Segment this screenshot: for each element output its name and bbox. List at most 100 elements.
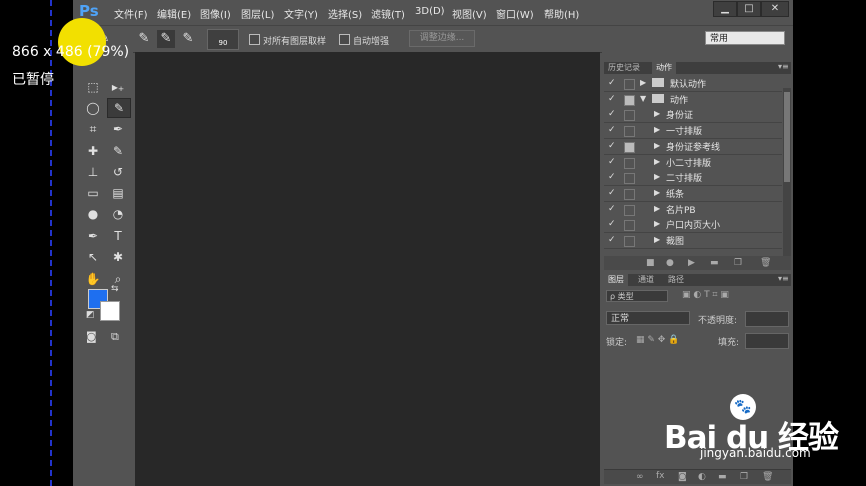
path-selection-tool-icon[interactable]: ↖ bbox=[82, 248, 104, 266]
gradient-tool-icon[interactable]: ▤ bbox=[107, 184, 129, 202]
tab-channels[interactable]: 通道 bbox=[634, 274, 658, 286]
panel-menu-icon[interactable]: ▾≡ bbox=[778, 62, 789, 71]
menu-view[interactable]: 视图(V) bbox=[452, 6, 487, 21]
record-icon[interactable]: ● bbox=[666, 258, 674, 268]
action-toggle-check[interactable]: ✓ bbox=[608, 172, 616, 182]
lasso-tool-icon[interactable]: ◯ bbox=[82, 99, 104, 117]
new-layer-icon[interactable]: ❐ bbox=[740, 472, 748, 482]
dialog-toggle-box[interactable] bbox=[624, 94, 635, 106]
action-row[interactable]: ✓ ▶ 纸条 bbox=[604, 185, 782, 202]
dialog-toggle-box[interactable] bbox=[624, 220, 635, 232]
action-toggle-check[interactable]: ✓ bbox=[608, 125, 616, 135]
tab-history[interactable]: 历史记录 bbox=[604, 62, 644, 74]
layer-style-icon[interactable]: fx bbox=[656, 471, 665, 481]
brush-tool-icon[interactable]: ✎ bbox=[107, 142, 129, 160]
expand-triangle-icon[interactable]: ▶ bbox=[654, 125, 660, 134]
brush-size-picker[interactable]: 90 bbox=[207, 29, 239, 50]
expand-triangle-icon[interactable]: ▶ bbox=[654, 204, 660, 213]
swap-colors-icon[interactable]: ⇆ bbox=[111, 284, 119, 294]
expand-triangle-icon[interactable]: ▶ bbox=[654, 141, 660, 150]
layer-filter-select[interactable]: ρ 类型 bbox=[606, 290, 668, 302]
menu-help[interactable]: 帮助(H) bbox=[544, 6, 579, 21]
action-row[interactable]: ✓ ▶ 裁图 bbox=[604, 233, 782, 249]
add-mask-icon[interactable]: ◙ bbox=[678, 472, 687, 482]
document-canvas-area[interactable] bbox=[135, 52, 600, 486]
workspace-select[interactable]: 常用 bbox=[705, 31, 785, 45]
play-icon[interactable]: ▶ bbox=[688, 258, 695, 268]
new-selection-icon[interactable]: ✎ bbox=[135, 30, 153, 48]
action-row[interactable]: ✓ ▼ 动作 bbox=[604, 91, 782, 108]
new-group-icon[interactable]: ▬ bbox=[718, 472, 727, 482]
action-toggle-check[interactable]: ✓ bbox=[608, 219, 616, 229]
expand-triangle-icon[interactable]: ▶ bbox=[654, 219, 660, 228]
action-row[interactable]: ✓ ▶ 身份证参考线 bbox=[604, 138, 782, 155]
new-action-icon[interactable]: ❐ bbox=[734, 258, 742, 268]
action-toggle-check[interactable]: ✓ bbox=[608, 94, 616, 104]
blur-tool-icon[interactable]: ● bbox=[82, 205, 104, 223]
dialog-toggle-box[interactable] bbox=[624, 126, 635, 138]
quick-selection-tool-icon[interactable]: ✎ bbox=[107, 98, 131, 118]
expand-triangle-icon[interactable]: ▼ bbox=[640, 94, 646, 103]
tab-actions[interactable]: 动作 bbox=[652, 62, 676, 74]
shape-tool-icon[interactable]: ✱ bbox=[107, 248, 129, 266]
menu-select[interactable]: 选择(S) bbox=[328, 6, 362, 21]
dialog-toggle-box[interactable] bbox=[624, 188, 635, 200]
adjustment-layer-icon[interactable]: ◐ bbox=[698, 472, 706, 482]
history-brush-tool-icon[interactable]: ↺ bbox=[107, 163, 129, 181]
tab-paths[interactable]: 路径 bbox=[664, 274, 688, 286]
delete-action-icon[interactable]: 🗑 bbox=[760, 258, 771, 268]
menu-edit[interactable]: 编辑(E) bbox=[157, 6, 191, 21]
dialog-toggle-box[interactable] bbox=[624, 157, 635, 169]
menu-layer[interactable]: 图层(L) bbox=[241, 6, 274, 21]
action-toggle-check[interactable]: ✓ bbox=[608, 188, 616, 198]
expand-triangle-icon[interactable]: ▶ bbox=[654, 157, 660, 166]
dialog-toggle-box[interactable] bbox=[624, 79, 635, 90]
action-toggle-check[interactable]: ✓ bbox=[608, 157, 616, 167]
actions-scroll-thumb[interactable] bbox=[784, 92, 790, 182]
layers-menu-icon[interactable]: ▾≡ bbox=[778, 274, 789, 283]
action-toggle-check[interactable]: ✓ bbox=[608, 78, 616, 88]
menu-type[interactable]: 文字(Y) bbox=[284, 6, 318, 21]
menu-window[interactable]: 窗口(W) bbox=[496, 6, 534, 21]
opacity-field[interactable] bbox=[745, 311, 789, 327]
expand-triangle-icon[interactable]: ▶ bbox=[654, 172, 660, 181]
clone-stamp-tool-icon[interactable]: ⊥ bbox=[82, 163, 104, 181]
dialog-toggle-box[interactable] bbox=[624, 204, 635, 216]
dodge-tool-icon[interactable]: ◔ bbox=[107, 205, 129, 223]
action-row[interactable]: ✓ ▶ 一寸排版 bbox=[604, 123, 782, 140]
close-button[interactable]: ✕ bbox=[761, 1, 789, 17]
type-tool-icon[interactable]: T bbox=[107, 227, 129, 245]
background-color-swatch[interactable] bbox=[100, 301, 120, 321]
expand-triangle-icon[interactable]: ▶ bbox=[654, 235, 660, 244]
refine-edge-button[interactable]: 调整边缘... bbox=[409, 30, 475, 47]
quick-mask-icon[interactable]: ◙ bbox=[86, 330, 97, 343]
action-row[interactable]: ✓ ▶ 户口内页大小 bbox=[604, 217, 782, 234]
action-toggle-check[interactable]: ✓ bbox=[608, 109, 616, 119]
healing-brush-tool-icon[interactable]: ✚ bbox=[82, 142, 104, 160]
action-row[interactable]: ✓ ▶ 小二寸排版 bbox=[604, 154, 782, 171]
crop-tool-icon[interactable]: ⌗ bbox=[82, 120, 104, 138]
action-toggle-check[interactable]: ✓ bbox=[608, 235, 616, 245]
tab-layers[interactable]: 图层 bbox=[604, 274, 628, 286]
link-layers-icon[interactable]: ∞ bbox=[636, 472, 644, 482]
action-row[interactable]: ✓ ▶ 二寸排版 bbox=[604, 170, 782, 187]
marquee-tool-icon[interactable]: ⬚ bbox=[82, 78, 104, 96]
lock-icons[interactable]: ▦ ✎ ✥ 🔒 bbox=[636, 335, 679, 345]
screen-mode-icon[interactable]: ⧉ bbox=[111, 330, 119, 344]
sample-all-layers-checkbox[interactable] bbox=[249, 34, 260, 45]
fill-field[interactable] bbox=[745, 333, 789, 349]
add-selection-icon[interactable]: ✎ bbox=[157, 30, 175, 48]
new-set-icon[interactable]: ▬ bbox=[710, 258, 719, 268]
delete-layer-icon[interactable]: 🗑 bbox=[762, 472, 773, 482]
dialog-toggle-box[interactable] bbox=[624, 110, 635, 122]
action-toggle-check[interactable]: ✓ bbox=[608, 204, 616, 214]
action-toggle-check[interactable]: ✓ bbox=[608, 141, 616, 151]
minimize-button[interactable]: ▁ bbox=[713, 1, 737, 17]
dialog-toggle-box[interactable] bbox=[624, 236, 635, 247]
dialog-toggle-box[interactable] bbox=[624, 141, 635, 153]
filter-icons[interactable]: ▣ ◐ T ⌗ ▣ bbox=[682, 290, 729, 300]
eyedropper-tool-icon[interactable]: ✒ bbox=[107, 120, 129, 138]
pen-tool-icon[interactable]: ✒ bbox=[82, 227, 104, 245]
action-row[interactable]: ✓ ▶ 默认动作 bbox=[604, 76, 782, 92]
menu-filter[interactable]: 滤镜(T) bbox=[371, 6, 405, 21]
